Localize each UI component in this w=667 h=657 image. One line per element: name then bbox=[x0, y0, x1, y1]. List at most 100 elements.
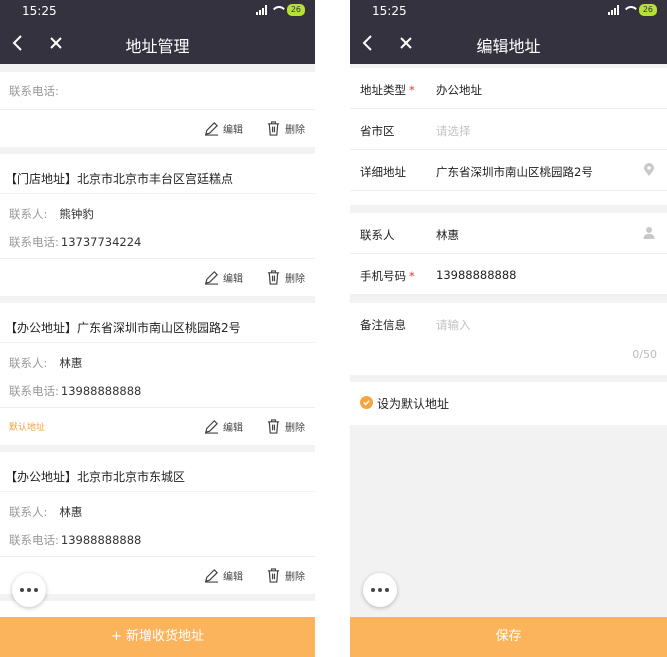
delete-button[interactable]: 删除 bbox=[266, 568, 305, 583]
contact-label: 联系人: bbox=[9, 355, 48, 370]
nav-bar: 编辑地址 bbox=[350, 22, 667, 64]
region-label: 省市区 bbox=[360, 124, 395, 138]
signal-icon bbox=[255, 5, 267, 15]
edit-pencil-icon bbox=[204, 122, 219, 136]
detail-address-label: 详细地址 bbox=[360, 165, 406, 179]
address-actions: 编辑 删除 bbox=[0, 556, 315, 594]
address-title[interactable]: 【门店地址】北京市北京市丰台区宫廷糕点 bbox=[0, 154, 315, 194]
trash-icon bbox=[267, 419, 280, 434]
address-type-label: 地址类型 bbox=[360, 83, 406, 97]
status-time: 15:25 bbox=[22, 4, 57, 18]
trash-icon bbox=[267, 568, 280, 583]
trash-icon bbox=[267, 121, 280, 136]
location-pin-icon[interactable] bbox=[643, 163, 655, 177]
default-address-badge: 默认地址 bbox=[9, 423, 46, 433]
contact-line: 联系人: 林惠 bbox=[0, 492, 315, 525]
required-mark: * bbox=[409, 83, 415, 97]
battery-icon: 26 bbox=[638, 4, 657, 16]
edit-label: 编辑 bbox=[223, 572, 243, 583]
required-mark: * bbox=[409, 269, 415, 283]
phone-label: 联系电话: bbox=[9, 384, 59, 398]
note-label: 备注信息 bbox=[360, 318, 406, 332]
delete-label: 删除 bbox=[285, 423, 305, 434]
address-actions: 默认地址 编辑 删除 bbox=[0, 407, 315, 445]
phone-value: 13988888888 bbox=[60, 384, 142, 398]
status-bar: 15:25 26 bbox=[0, 0, 315, 22]
edit-label: 编辑 bbox=[223, 274, 243, 285]
edit-button[interactable]: 编辑 bbox=[204, 568, 243, 583]
delete-label: 删除 bbox=[285, 572, 305, 583]
check-icon bbox=[360, 396, 373, 409]
add-address-button[interactable]: + 新增收货地址 bbox=[0, 617, 315, 657]
phone-label: 联系电话: bbox=[9, 83, 59, 98]
mobile-value: 13988888888 bbox=[436, 268, 517, 282]
delete-button[interactable]: 删除 bbox=[266, 419, 305, 434]
edit-button[interactable]: 编辑 bbox=[204, 419, 243, 434]
phone-line: 联系电话: 13988888888 bbox=[0, 525, 315, 555]
address-management-screen: 15:25 26 地址管理 联系电话: 编辑 删除 【门店地址】北京市北京市丰台… bbox=[0, 0, 315, 657]
status-time: 15:25 bbox=[372, 4, 407, 18]
region-select[interactable]: 省市区 请选择 bbox=[350, 109, 667, 150]
phone-value: 13988888888 bbox=[60, 533, 142, 547]
note-placeholder: 请输入 bbox=[436, 318, 471, 332]
detail-address-value: 广东省深圳市南山区桃园路2号 bbox=[436, 165, 593, 179]
detail-address-field[interactable]: 详细地址 广东省深圳市南山区桃园路2号 bbox=[350, 150, 667, 191]
more-menu-button[interactable] bbox=[12, 573, 46, 607]
address-actions: 编辑 删除 bbox=[0, 109, 315, 147]
wifi-icon bbox=[271, 6, 283, 15]
delete-label: 删除 bbox=[285, 125, 305, 136]
edit-pencil-icon bbox=[204, 271, 219, 285]
note-field[interactable]: 备注信息 请输入 0/50 bbox=[350, 303, 667, 375]
trash-icon bbox=[267, 270, 280, 285]
contact-label: 联系人: bbox=[9, 504, 48, 519]
delete-button[interactable]: 删除 bbox=[266, 121, 305, 136]
contact-label: 联系人 bbox=[360, 228, 395, 242]
contact-value: 林惠 bbox=[59, 355, 83, 370]
contact-field[interactable]: 联系人 林惠 bbox=[350, 213, 667, 254]
signal-icon bbox=[607, 5, 619, 15]
person-icon[interactable] bbox=[643, 226, 655, 240]
phone-value: 13737734224 bbox=[60, 235, 142, 249]
edit-button[interactable]: 编辑 bbox=[204, 121, 243, 136]
edit-button[interactable]: 编辑 bbox=[204, 270, 243, 285]
delete-label: 删除 bbox=[285, 274, 305, 285]
address-title[interactable]: 【办公地址】北京市北京市东城区 bbox=[0, 452, 315, 492]
note-counter: 0/50 bbox=[632, 348, 657, 361]
phone-line: 联系电话: 13737734224 bbox=[0, 227, 315, 257]
address-type-field[interactable]: 地址类型 * 办公地址 bbox=[350, 68, 667, 109]
delete-button[interactable]: 删除 bbox=[266, 270, 305, 285]
edit-pencil-icon bbox=[204, 569, 219, 583]
mobile-field[interactable]: 手机号码 * 13988888888 bbox=[350, 254, 667, 295]
more-dots-icon bbox=[20, 588, 24, 592]
more-dots-icon bbox=[371, 588, 375, 592]
address-title[interactable]: 【办公地址】广东省深圳市南山区桃园路2号 bbox=[0, 303, 315, 343]
address-actions: 编辑 删除 bbox=[0, 258, 315, 296]
contact-label: 联系人: bbox=[9, 206, 48, 221]
region-placeholder: 请选择 bbox=[436, 124, 471, 138]
status-bar: 15:25 26 bbox=[350, 0, 667, 22]
contact-value: 熊钟豹 bbox=[59, 206, 94, 221]
phone-line: 联系电话: 13988888888 bbox=[0, 376, 315, 406]
contact-value: 林惠 bbox=[59, 504, 83, 519]
mobile-label: 手机号码 bbox=[360, 269, 406, 283]
save-button[interactable]: 保存 bbox=[350, 617, 667, 657]
phone-label: 联系电话: bbox=[9, 235, 59, 249]
battery-icon: 26 bbox=[286, 4, 305, 16]
partial-phone-line: 联系电话: bbox=[0, 72, 315, 109]
edit-label: 编辑 bbox=[223, 423, 243, 434]
contact-line: 联系人: 熊钟豹 bbox=[0, 194, 315, 227]
default-address-checkbox[interactable]: 设为默认地址 bbox=[350, 382, 667, 425]
more-menu-button[interactable] bbox=[363, 573, 397, 607]
page-title: 地址管理 bbox=[125, 37, 190, 56]
edit-label: 编辑 bbox=[223, 125, 243, 136]
edit-address-screen: 15:25 26 编辑地址 地址类型 * 办公地址 省市区 请选择 详细地址 广东… bbox=[350, 0, 667, 657]
wifi-icon bbox=[623, 6, 635, 15]
nav-bar: 地址管理 bbox=[0, 22, 315, 64]
page-title: 编辑地址 bbox=[476, 37, 541, 56]
address-type-value: 办公地址 bbox=[436, 83, 482, 97]
default-address-label: 设为默认地址 bbox=[377, 397, 450, 411]
contact-value: 林惠 bbox=[436, 228, 459, 242]
phone-label: 联系电话: bbox=[9, 533, 59, 547]
edit-pencil-icon bbox=[204, 420, 219, 434]
contact-line: 联系人: 林惠 bbox=[0, 343, 315, 376]
